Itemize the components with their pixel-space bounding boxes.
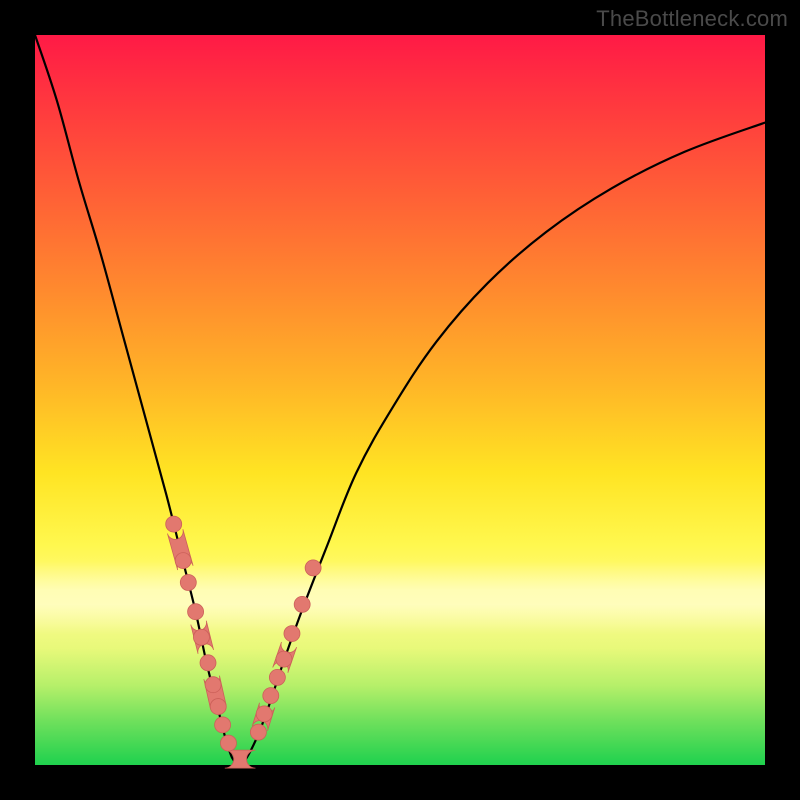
bead-left-9 (220, 735, 236, 751)
bead-right-7 (305, 560, 321, 576)
bead-left-4 (193, 629, 209, 645)
bead-left-7 (210, 699, 226, 715)
bead-left-3 (188, 604, 204, 620)
bead-left-8 (215, 717, 231, 733)
curve-layer (35, 35, 765, 765)
bead-right-1 (256, 706, 272, 722)
bead-right-0 (250, 724, 266, 740)
curve-right (239, 123, 765, 765)
bead-right-2 (263, 688, 279, 704)
chart-frame: TheBottleneck.com (0, 0, 800, 800)
watermark-text: TheBottleneck.com (596, 6, 788, 32)
chart-svg (35, 35, 765, 765)
bead-right-6 (294, 596, 310, 612)
bead-left-2 (180, 575, 196, 591)
bead-right-3 (269, 669, 285, 685)
bead-right-4 (276, 651, 292, 667)
bead-left-0 (166, 516, 182, 532)
chart-plot-area (35, 35, 765, 765)
bead-left-6 (205, 677, 221, 693)
bead-left-5 (200, 655, 216, 671)
bead-left-1 (175, 553, 191, 569)
bead-right-5 (284, 626, 300, 642)
